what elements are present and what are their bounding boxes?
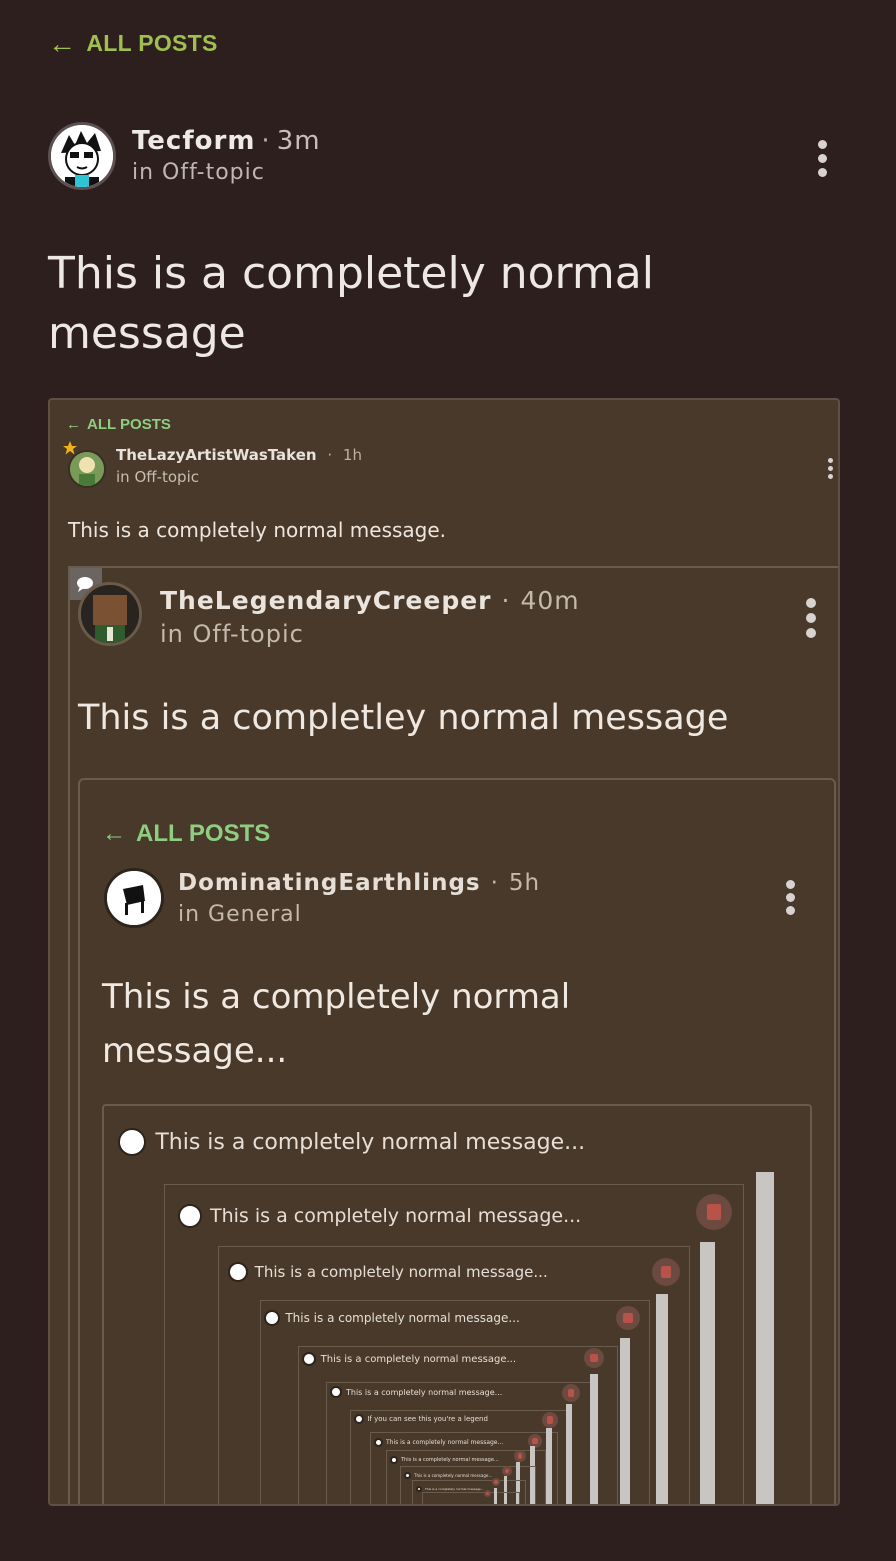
scrollbar bbox=[546, 1428, 552, 1504]
nested-back-label: ALL POSTS bbox=[87, 416, 171, 433]
delete-icon bbox=[542, 1412, 558, 1428]
back-to-all-posts-link[interactable]: ← ALL POSTS bbox=[48, 27, 218, 59]
scrollbar bbox=[566, 1404, 573, 1504]
nested-author: TheLegendaryCreeper bbox=[160, 586, 492, 615]
post-image[interactable]: ← ALL POSTS TheLazyArtistWasTaken · 1h i… bbox=[48, 398, 840, 1506]
nested-time: 40m bbox=[520, 586, 580, 615]
delete-icon bbox=[502, 1466, 512, 1476]
nested-time: 5h bbox=[508, 870, 541, 896]
arrow-left-icon: ← bbox=[66, 416, 81, 433]
delete-icon bbox=[584, 1348, 604, 1368]
post-author-line: Tecform · 3m bbox=[132, 126, 321, 156]
nested-more-icon bbox=[828, 458, 833, 479]
recursive-row-text: This is a completely normal message... bbox=[155, 1129, 586, 1155]
more-options-icon[interactable] bbox=[818, 140, 827, 177]
delete-icon bbox=[696, 1194, 732, 1230]
scrollbar bbox=[756, 1172, 774, 1504]
post-category[interactable]: in Off-topic bbox=[132, 160, 265, 185]
nested-level-3: ← ALL POSTS DominatingEarthlings · 5h in G… bbox=[78, 778, 836, 1504]
back-label: ALL POSTS bbox=[86, 30, 218, 56]
recursive-row: This is a completely normal message... bbox=[374, 1438, 503, 1447]
nested-category: in General bbox=[178, 902, 302, 927]
recursive-row: This is a completely normal message... bbox=[178, 1204, 581, 1228]
nested-author-line: TheLazyArtistWasTaken · 1h bbox=[116, 446, 362, 464]
nested-avatar bbox=[68, 450, 106, 488]
author-avatar[interactable] bbox=[48, 122, 116, 190]
nested-more-icon bbox=[786, 880, 795, 915]
nested-author: TheLazyArtistWasTaken bbox=[116, 446, 317, 464]
nested-avatar bbox=[104, 868, 164, 928]
mini-avatar-icon bbox=[302, 1352, 316, 1366]
separator-dot: · bbox=[261, 126, 271, 156]
mini-avatar-icon bbox=[404, 1472, 411, 1479]
mini-avatar-icon bbox=[390, 1456, 398, 1464]
recursive-row: This is a completely normal message... bbox=[404, 1472, 492, 1479]
recursive-row-text: This is a completely normal message... bbox=[386, 1439, 504, 1446]
nested-back-link: ← ALL POSTS bbox=[102, 820, 270, 848]
scrollbar bbox=[590, 1374, 598, 1504]
nested-avatar bbox=[78, 582, 142, 646]
scrollbar bbox=[494, 1488, 497, 1504]
mini-avatar-icon bbox=[118, 1128, 146, 1156]
nested-message: This is a completely normal message. bbox=[68, 518, 447, 542]
recursive-row-text: This is a completely normal message... bbox=[425, 1487, 484, 1491]
recursive-row: This is a completely normal message... bbox=[118, 1128, 585, 1156]
nested-more-icon bbox=[806, 598, 816, 638]
arrow-left-icon: ← bbox=[102, 820, 126, 847]
nested-message: This is a completley normal message bbox=[78, 698, 729, 738]
recursive-row: If you can see this you're a legend bbox=[354, 1414, 488, 1424]
recursive-row-text: This is a completely normal message... bbox=[346, 1387, 503, 1397]
nested-category: in Off-topic bbox=[116, 468, 199, 486]
nested-message: This is a completely normal message... bbox=[102, 977, 571, 1071]
recursive-row: This is a completely normal message... bbox=[228, 1262, 548, 1282]
delete-icon bbox=[562, 1384, 580, 1402]
mini-avatar-icon bbox=[228, 1262, 248, 1282]
recursive-row-text: This is a completely normal message... bbox=[285, 1311, 520, 1325]
recursive-row-text: This is a completely normal message... bbox=[401, 1457, 499, 1463]
nested-back-label: ALL POSTS bbox=[136, 820, 271, 847]
mini-avatar-icon bbox=[330, 1386, 342, 1398]
nested-back-link: ← ALL POSTS bbox=[66, 416, 171, 433]
recursive-row-text: If you can see this you're a legend bbox=[367, 1415, 488, 1423]
nested-author: DominatingEarthlings bbox=[178, 870, 481, 896]
mini-avatar-icon bbox=[264, 1310, 280, 1326]
nested-author-line: TheLegendaryCreeper · 40m bbox=[160, 586, 580, 615]
nested-category: in Off-topic bbox=[160, 620, 304, 648]
recursive-area: This is a completely normal message... Th… bbox=[102, 1104, 812, 1504]
author-name[interactable]: Tecform bbox=[132, 126, 255, 156]
recursive-row-text: This is a completely normal message... bbox=[210, 1205, 582, 1227]
recursive-row: This is a completely normal message... bbox=[302, 1352, 516, 1366]
recursive-frame bbox=[422, 1492, 520, 1504]
nested-time: 1h bbox=[342, 446, 362, 464]
delete-icon bbox=[492, 1478, 500, 1486]
recursive-row: This is a completely normal message... bbox=[264, 1310, 520, 1326]
mini-avatar-icon bbox=[354, 1414, 364, 1424]
recursive-row: This is a completely normal message... bbox=[330, 1386, 502, 1398]
delete-icon bbox=[484, 1490, 491, 1497]
delete-icon bbox=[616, 1306, 640, 1330]
recursive-row: This is a completely normal message... bbox=[390, 1456, 499, 1464]
scrollbar bbox=[656, 1294, 668, 1504]
recursive-row-text: This is a completely normal message... bbox=[320, 1353, 517, 1365]
delete-icon bbox=[514, 1450, 526, 1462]
post-title: This is a completely normal message bbox=[48, 248, 654, 359]
nested-level-2: TheLegendaryCreeper · 40m in Off-topic Thi… bbox=[68, 566, 838, 1504]
mini-avatar-icon bbox=[374, 1438, 383, 1447]
scrollbar bbox=[620, 1338, 630, 1504]
nested-author-line: DominatingEarthlings · 5h bbox=[178, 870, 541, 896]
arrow-left-icon: ← bbox=[48, 27, 77, 59]
recursive-row-text: This is a completely normal message... bbox=[414, 1473, 493, 1478]
delete-icon bbox=[652, 1258, 680, 1286]
recursive-row-text: This is a completely normal message... bbox=[254, 1263, 548, 1281]
mini-avatar-icon bbox=[178, 1204, 202, 1228]
post-time: 3m bbox=[276, 126, 321, 156]
scrollbar bbox=[700, 1242, 716, 1504]
